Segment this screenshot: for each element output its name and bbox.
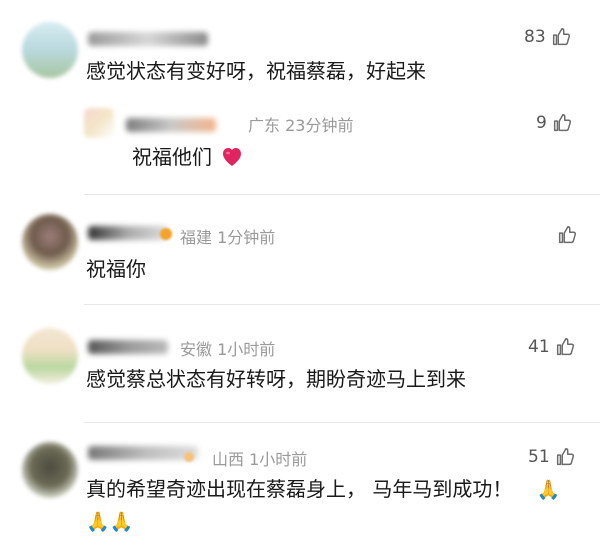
comment-text-line2: 🙏🙏 [86,508,133,535]
praying-hands-emoji-icon: 🙏 [536,479,561,501]
heart-emoji-icon [223,148,242,166]
comment-item: 安徽 1小时前 感觉蔡总状态有好转呀，期盼奇迹马上到来 41 [0,310,600,428]
badge-dot [184,452,194,462]
thumbs-up-icon [558,226,577,244]
username-blurred[interactable] [88,226,168,240]
avatar[interactable] [22,22,78,78]
divider [84,304,600,305]
comment-item: 山西 1小时前 真的希望奇迹出现在蔡磊身上， 马年马到成功！ 🙏 🙏🙏 51 [0,428,600,545]
comment-text: 感觉状态有变好呀，祝福蔡磊，好起来 [86,59,426,83]
username-blurred[interactable] [88,446,198,460]
like-count: 41 [528,337,550,357]
username-blurred[interactable] [88,32,208,46]
avatar[interactable] [22,442,78,498]
reply-text-content: 祝福他们 [132,145,212,169]
username-blurred[interactable] [88,340,168,354]
avatar[interactable] [22,214,78,270]
divider [84,194,600,195]
comment-meta: 山西 1小时前 [212,450,308,469]
comment-item: 感觉状态有变好呀，祝福蔡磊，好起来 83 广东 23分钟前 祝福他们 9 [0,0,600,200]
like-count: 83 [524,27,546,47]
reply-like-button[interactable]: 9 [536,112,573,134]
comment-text: 感觉蔡总状态有好转呀，期盼奇迹马上到来 [86,367,466,391]
comment-item: 福建 1分钟前 祝福你 [0,200,600,310]
comment-meta: 安徽 1小时前 [180,340,276,359]
comment-text-content: 真的希望奇迹出现在蔡磊身上， 马年马到成功！ [86,477,513,501]
like-button[interactable]: 83 [524,26,572,48]
reply-meta: 广东 23分钟前 [248,116,354,135]
thumbs-up-icon [553,114,571,132]
comment-text: 祝福你 [86,257,146,281]
comment-text: 真的希望奇迹出现在蔡磊身上， 马年马到成功！ 🙏 [86,476,560,503]
divider [84,422,600,423]
praying-hands-emoji-icon: 🙏🙏 [86,511,134,533]
reply-text: 祝福他们 [132,144,244,170]
like-button[interactable] [556,224,578,246]
comment-meta: 福建 1分钟前 [180,228,276,247]
thumbs-up-icon [556,338,574,356]
like-button[interactable]: 41 [528,336,576,358]
avatar[interactable] [22,328,78,384]
like-button[interactable]: 51 [528,446,576,468]
like-count: 9 [536,113,547,133]
like-count: 51 [528,447,550,467]
thumbs-up-icon [556,448,574,466]
badge-dot [160,228,172,240]
reply-avatar[interactable] [84,108,114,138]
thumbs-up-icon [552,28,570,46]
reply-username-blurred[interactable] [126,118,216,132]
